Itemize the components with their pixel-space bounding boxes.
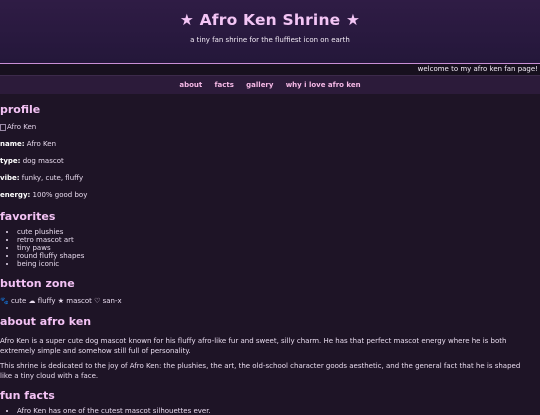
profile-field-energy: energy: 100% good boy [0,191,540,200]
facts-heading: fun facts [0,389,55,402]
facts-list: Afro Ken has one of the cutest mascot si… [0,407,540,415]
about-paragraph: Afro Ken is a super cute dog mascot know… [0,337,507,355]
profile-field-name: name: Afro Ken [0,140,540,149]
facts-section: fun facts Afro Ken has one of the cutest… [0,389,540,415]
nav-link-gallery[interactable]: gallery [246,76,273,94]
list-item: being iconic [17,260,540,268]
nav-link-why-i-love[interactable]: why i love afro ken [286,76,361,94]
list-item: tiny paws [17,244,540,252]
site-tagline: a tiny fan shrine for the fluffiest icon… [190,36,350,44]
list-item: retro mascot art [17,236,540,244]
field-value: funky, cute, fluffy [21,174,84,182]
profile-heading: profile [0,103,41,116]
button-zone-section: button zone 🐾 cute ☁ fluffy ★ mascot ♡ s… [0,277,540,306]
field-label: type: [0,157,21,165]
badge-row: 🐾 cute ☁ fluffy ★ mascot ♡ san-x [0,297,122,305]
profile-image: Afro Ken [0,122,540,132]
button-zone-heading: button zone [0,277,75,290]
site-title: ★ Afro Ken Shrine ★ [179,11,361,29]
profile-field-vibe: vibe: funky, cute, fluffy [0,174,540,183]
site-header: ★ Afro Ken Shrine ★ a tiny fan shrine fo… [0,0,540,64]
profile-field-type: type: dog mascot [0,157,540,166]
profile-section: profile Afro Ken name: Afro Ken type: do… [0,94,540,200]
main-nav: about facts gallery why i love afro ken [0,76,540,94]
about-heading: about afro ken [0,315,92,328]
about-section: about afro ken Afro Ken is a super cute … [0,315,540,381]
main-content: profile Afro Ken name: Afro Ken type: do… [0,94,540,415]
favorites-list: cute plushies retro mascot art tiny paws… [0,228,540,268]
field-value: 100% good boy [32,191,88,199]
field-label: energy: [0,191,31,199]
field-label: vibe: [0,174,20,182]
about-paragraph: This shrine is dedicated to the joy of A… [0,362,521,380]
profile-image-alt: Afro Ken [7,123,37,131]
favorites-heading: favorites [0,210,56,223]
broken-image-icon [0,123,6,131]
list-item: cute plushies [17,228,540,236]
field-value: Afro Ken [26,140,57,148]
nav-link-facts[interactable]: facts [214,76,233,94]
favorites-section: favorites cute plushies retro mascot art… [0,210,540,268]
welcome-marquee: welcome to my afro ken fan page! [0,64,540,76]
field-value: dog mascot [22,157,64,165]
field-label: name: [0,140,25,148]
list-item: Afro Ken has one of the cutest mascot si… [17,407,540,415]
nav-link-about[interactable]: about [179,76,202,94]
list-item: round fluffy shapes [17,252,540,260]
